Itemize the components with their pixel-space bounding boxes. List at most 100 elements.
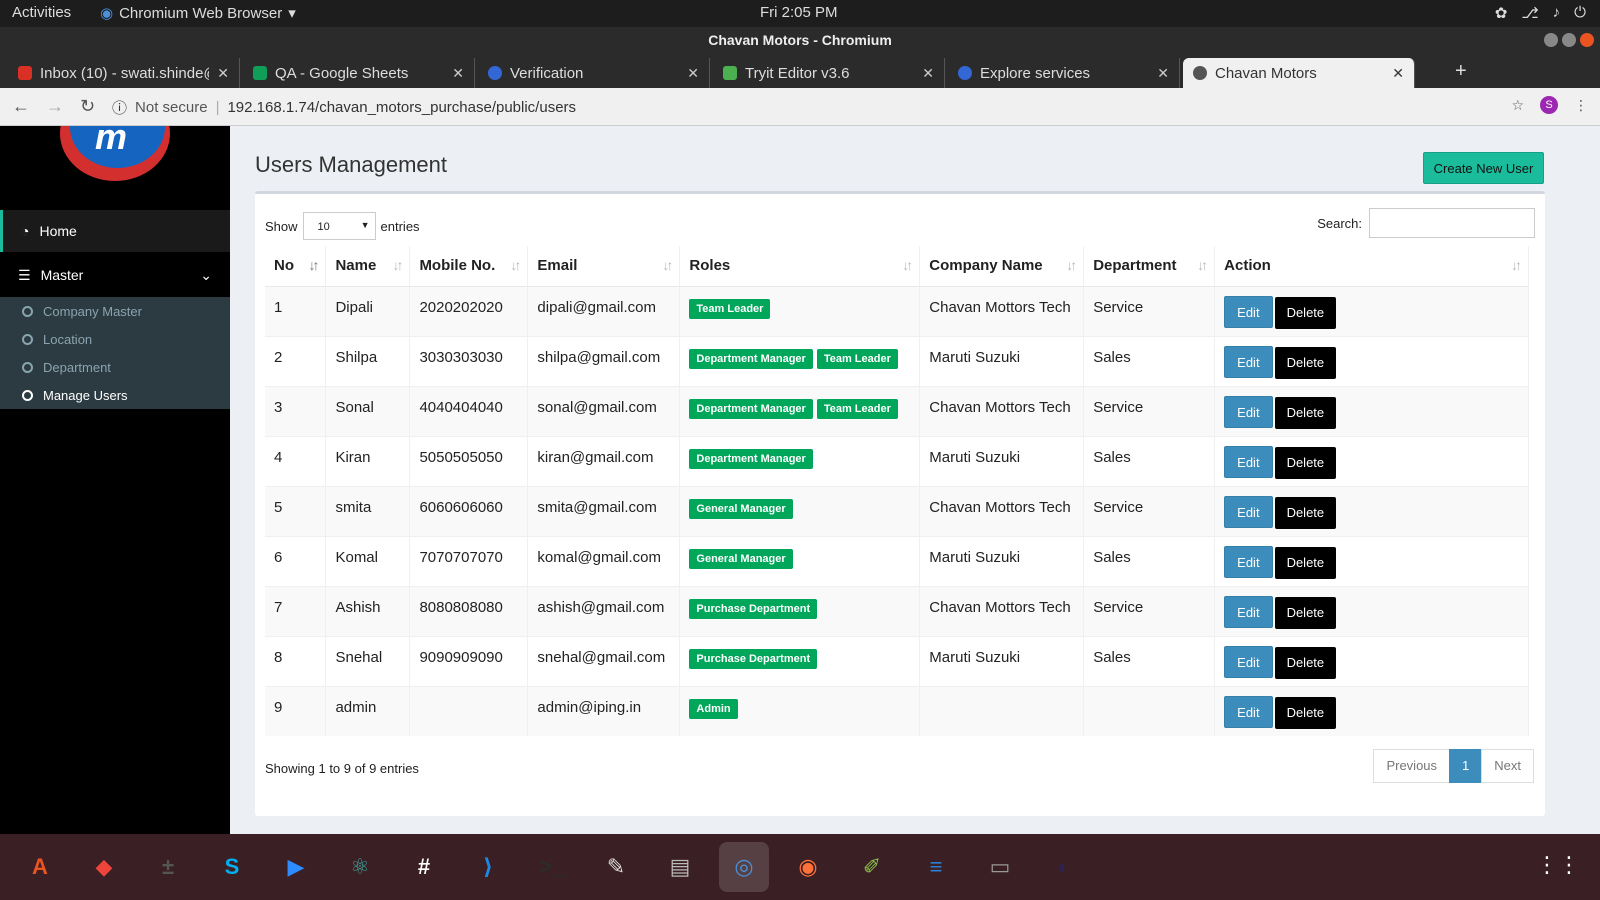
show-applications-icon[interactable]: ⋮⋮ (1536, 852, 1580, 878)
column-header[interactable]: Company Name ↓↑ (919, 246, 1085, 287)
circle-icon (22, 389, 33, 401)
close-icon[interactable]: ✕ (922, 65, 934, 82)
cell-roles: Department Manager (679, 435, 921, 486)
tab-sheets[interactable]: QA - Google Sheets ✕ (243, 58, 475, 88)
delete-button[interactable]: Delete (1274, 596, 1337, 629)
power-icon[interactable]: ⏻ (1574, 4, 1586, 22)
writer-icon[interactable]: ≡ (911, 842, 961, 892)
column-header[interactable]: Roles ↓↑ (679, 246, 921, 287)
slack-icon[interactable]: # (399, 842, 449, 892)
url-text[interactable]: 192.168.1.74/chavan_motors_purchase/publ… (227, 99, 576, 116)
sidebar-item-master[interactable]: ☰ Master ⌄ (0, 254, 230, 296)
delete-button[interactable]: Delete (1274, 546, 1337, 579)
delete-button[interactable]: Delete (1274, 696, 1337, 729)
delete-button[interactable]: Delete (1274, 646, 1337, 679)
page-size-select[interactable]: 10 ▼ (302, 212, 376, 240)
search-input[interactable] (1369, 208, 1535, 238)
delete-button[interactable]: Delete (1274, 346, 1337, 379)
system-tray[interactable]: ✿ ⎇ ♪ ⏻ (1495, 4, 1586, 22)
app-menu[interactable]: ◉ Chromium Web Browser ▾ (100, 4, 296, 23)
edit-button[interactable]: Edit (1224, 395, 1273, 428)
tab-gmail[interactable]: Inbox (10) - swati.shinde@ ✕ (8, 58, 240, 88)
volume-icon[interactable]: ♪ (1553, 4, 1561, 22)
close-icon[interactable]: ✕ (1157, 65, 1169, 82)
delete-button[interactable]: Delete (1274, 446, 1337, 479)
clock[interactable]: Fri 2:05 PM (760, 4, 838, 21)
star-icon[interactable]: ☆ (1511, 97, 1524, 114)
network-icon[interactable]: ⎇ (1521, 4, 1538, 22)
sidebar-item-manage-users[interactable]: Manage Users (0, 381, 230, 409)
close-icon[interactable]: ✕ (687, 65, 699, 82)
tab-explore[interactable]: Explore services ✕ (948, 58, 1180, 88)
cell-company: Chavan Mottors Tech (919, 385, 1085, 436)
column-header[interactable]: Action ↓↑ (1214, 246, 1529, 287)
maximize-button[interactable] (1562, 33, 1576, 47)
delete-button[interactable]: Delete (1274, 396, 1337, 429)
delete-button[interactable]: Delete (1274, 496, 1337, 529)
reload-icon[interactable]: ↻ (80, 96, 95, 117)
page-1-button[interactable]: 1 (1449, 749, 1483, 783)
edit-button[interactable]: Edit (1224, 645, 1273, 678)
eclipse-icon[interactable]: ◐ (1039, 842, 1089, 892)
column-header[interactable]: No ↓↑ (265, 246, 327, 287)
window-controls[interactable] (1544, 33, 1594, 47)
zoom-icon[interactable]: ▶ (271, 842, 321, 892)
cell-no: 1 (265, 285, 327, 336)
cell-mobile: 6060606060 (409, 485, 529, 536)
close-icon[interactable]: ✕ (452, 65, 464, 82)
next-page-button[interactable]: Next (1481, 749, 1534, 783)
delete-button[interactable]: Delete (1274, 296, 1337, 329)
files-icon[interactable]: ▤ (655, 842, 705, 892)
forward-icon[interactable]: → (46, 96, 64, 117)
sidebar-item-home[interactable]: ◔ Home (0, 210, 230, 252)
software-center-icon[interactable]: A (15, 842, 65, 892)
sidebar-item-label: Department (43, 359, 111, 375)
atom-icon[interactable]: ⚛ (335, 842, 385, 892)
edit-button[interactable]: Edit (1224, 595, 1273, 628)
role-badge: Department Manager (689, 448, 813, 469)
edit-button[interactable]: Edit (1224, 545, 1273, 578)
profile-avatar[interactable]: S (1540, 96, 1558, 114)
new-tab-button[interactable]: + (1455, 60, 1467, 83)
tab-tryit[interactable]: Tryit Editor v3.6 ✕ (713, 58, 945, 88)
close-window-button[interactable] (1580, 33, 1594, 47)
cell-mobile: 5050505050 (409, 435, 529, 486)
skype-icon[interactable]: S (207, 842, 257, 892)
column-header[interactable]: Name ↓↑ (325, 246, 411, 287)
text-editor-icon[interactable]: ✎ (591, 842, 641, 892)
vscode-icon[interactable]: ⟩ (463, 842, 513, 892)
url-field[interactable]: ⓘ Not secure | 192.168.1.74/chavan_motor… (112, 94, 1492, 120)
edit-button[interactable]: Edit (1224, 295, 1273, 328)
close-icon[interactable]: ✕ (217, 65, 229, 82)
notes-icon[interactable]: ✐ (847, 842, 897, 892)
column-header[interactable]: Mobile No. ↓↑ (409, 246, 529, 287)
edit-button[interactable]: Edit (1224, 495, 1273, 528)
scanner-icon[interactable]: ▭ (975, 842, 1025, 892)
slack-tray-icon[interactable]: ✿ (1495, 4, 1508, 22)
chromium-icon[interactable]: ◎ (719, 842, 769, 892)
edit-button[interactable]: Edit (1224, 695, 1273, 728)
previous-page-button[interactable]: Previous (1373, 749, 1451, 783)
tab-chavan-motors[interactable]: Chavan Motors ✕ (1183, 58, 1415, 88)
cell-name: Dipali (325, 285, 411, 336)
create-new-user-button[interactable]: Create New User (1423, 152, 1544, 184)
anydesk-icon[interactable]: ◆ (79, 842, 129, 892)
sidebar-item-company-master[interactable]: Company Master (0, 297, 230, 325)
back-icon[interactable]: ← (12, 96, 30, 117)
edit-button[interactable]: Edit (1224, 445, 1273, 478)
terminal-icon[interactable]: >_ (527, 842, 577, 892)
info-icon[interactable]: ⓘ (112, 97, 127, 118)
close-icon[interactable]: ✕ (1392, 65, 1404, 82)
cell-name: smita (325, 485, 411, 536)
calculator-icon[interactable]: ± (143, 842, 193, 892)
firefox-icon[interactable]: ◉ (783, 842, 833, 892)
sidebar-item-location[interactable]: Location (0, 325, 230, 353)
edit-button[interactable]: Edit (1224, 345, 1273, 378)
menu-icon[interactable]: ⋮ (1574, 97, 1588, 114)
activities-button[interactable]: Activities (12, 4, 71, 21)
column-header[interactable]: Email ↓↑ (527, 246, 681, 287)
minimize-button[interactable] (1544, 33, 1558, 47)
column-header[interactable]: Department ↓↑ (1083, 246, 1216, 287)
sidebar-item-department[interactable]: Department (0, 353, 230, 381)
tab-verification[interactable]: Verification ✕ (478, 58, 710, 88)
